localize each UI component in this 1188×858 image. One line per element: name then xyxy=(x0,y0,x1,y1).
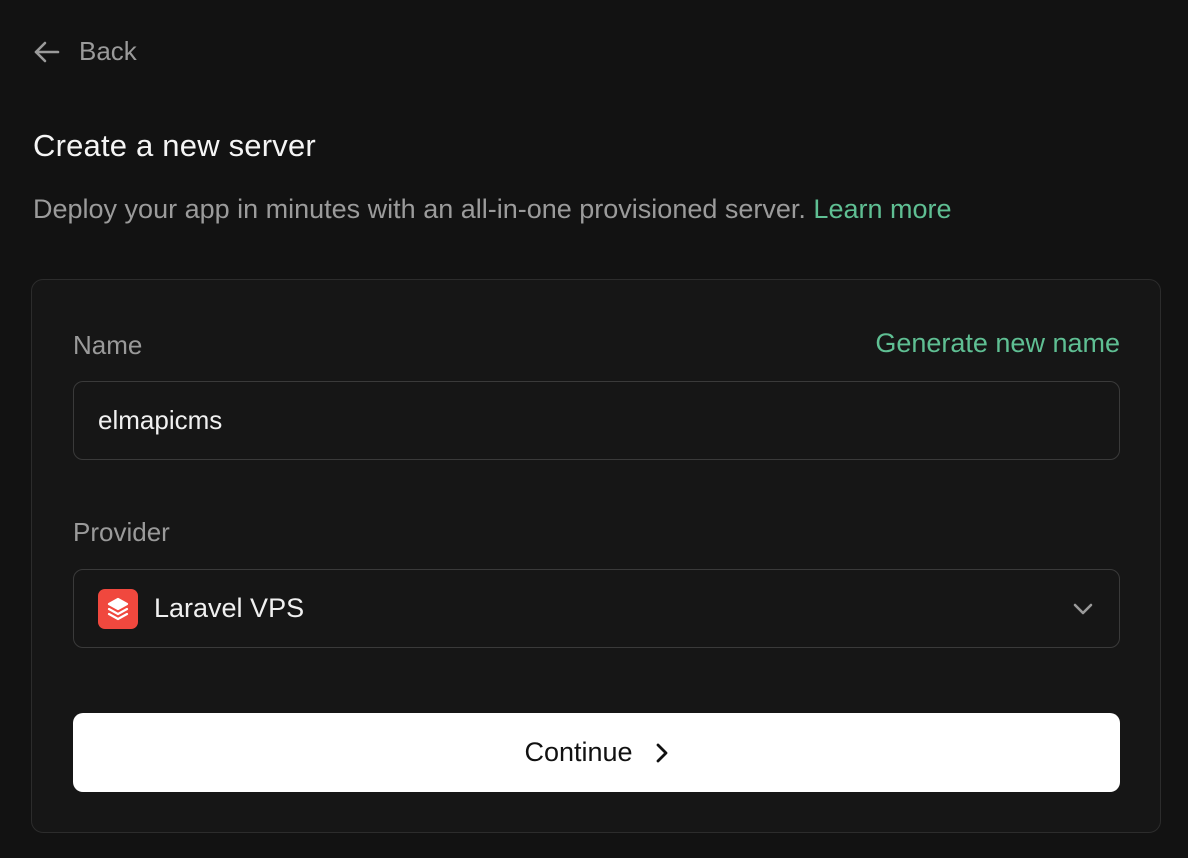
provider-label: Provider xyxy=(73,517,170,547)
name-input[interactable] xyxy=(73,381,1120,460)
provider-value: Laravel VPS xyxy=(154,593,305,623)
learn-more-link[interactable]: Learn more xyxy=(813,194,951,224)
back-link[interactable]: Back xyxy=(33,36,137,67)
provider-select[interactable]: Laravel VPS xyxy=(73,569,1120,648)
continue-button[interactable]: Continue xyxy=(73,713,1120,792)
chevron-right-icon xyxy=(656,743,667,762)
page-title: Create a new server xyxy=(33,128,316,163)
laravel-stack-icon xyxy=(98,588,138,629)
continue-label: Continue xyxy=(524,737,633,767)
arrow-left-icon xyxy=(34,41,60,62)
chevron-down-icon xyxy=(1071,601,1095,617)
back-label: Back xyxy=(79,36,137,66)
generate-name-link[interactable]: Generate new name xyxy=(875,328,1120,359)
create-server-page: Back Create a new server Deploy your app… xyxy=(0,0,1188,858)
page-subtitle: Deploy your app in minutes with an all-i… xyxy=(33,194,952,225)
server-form-card: Name Generate new name Provider Laravel … xyxy=(31,279,1161,833)
name-label: Name xyxy=(73,330,143,360)
subtitle-text: Deploy your app in minutes with an all-i… xyxy=(33,194,806,224)
